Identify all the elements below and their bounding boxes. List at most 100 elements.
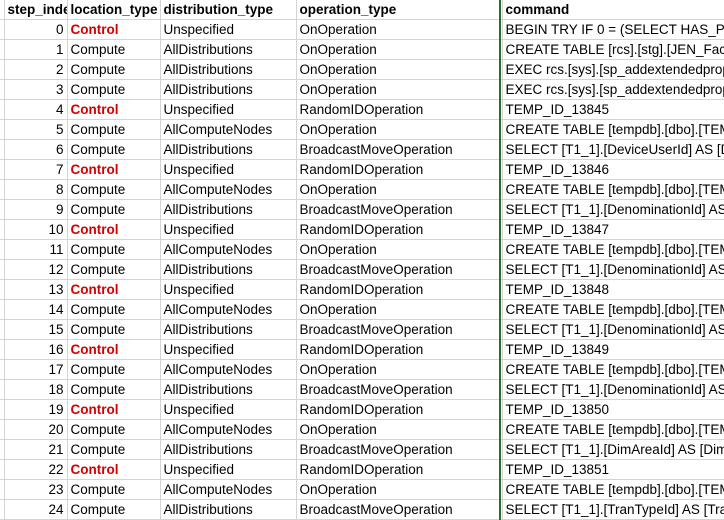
step-index-cell[interactable]: 18 [4, 379, 68, 400]
distribution-type-cell[interactable]: Unspecified [160, 219, 297, 240]
step-index-cell[interactable]: 2 [4, 59, 68, 80]
distribution-type-cell[interactable]: AllDistributions [160, 199, 297, 220]
operation-type-cell[interactable]: RandomIDOperation [296, 219, 501, 240]
location-type-cell[interactable]: Compute [67, 179, 161, 200]
operation-type-cell[interactable]: RandomIDOperation [296, 99, 501, 120]
location-type-cell[interactable]: Compute [67, 239, 161, 260]
step-index-cell[interactable]: 0 [4, 19, 68, 40]
distribution-type-cell[interactable]: AllComputeNodes [160, 119, 297, 140]
operation-type-cell[interactable]: OnOperation [296, 419, 501, 440]
step-index-cell[interactable]: 12 [4, 259, 68, 280]
location-type-cell[interactable]: Compute [67, 479, 161, 500]
distribution-type-cell[interactable]: Unspecified [160, 339, 297, 360]
location-type-cell[interactable]: Compute [67, 319, 161, 340]
distribution-type-cell[interactable]: AllDistributions [160, 259, 297, 280]
command-cell[interactable]: SELECT [T1_1].[DenominationId] AS [Den [502, 379, 724, 400]
command-cell[interactable]: TEMP_ID_13846 [502, 159, 724, 180]
location-type-cell[interactable]: Compute [67, 439, 161, 460]
location-type-cell[interactable]: Compute [67, 379, 161, 400]
step-index-cell[interactable]: 6 [4, 139, 68, 160]
header-step-index[interactable]: step_inde [4, 0, 68, 20]
distribution-type-cell[interactable]: AllDistributions [160, 39, 297, 60]
distribution-type-cell[interactable]: AllDistributions [160, 59, 297, 80]
step-index-cell[interactable]: 23 [4, 479, 68, 500]
command-cell[interactable]: EXEC rcs.[sys].[sp_addextendedproperty [502, 59, 724, 80]
command-cell[interactable]: SELECT [T1_1].[DenominationId] AS [Den [502, 199, 724, 220]
step-index-cell[interactable]: 22 [4, 459, 68, 480]
location-type-cell[interactable]: Compute [67, 59, 161, 80]
command-cell[interactable]: SELECT [T1_1].[DeviceUserId] AS [DeviceU… [502, 139, 724, 160]
command-cell[interactable]: CREATE TABLE [tempdb].[dbo].[TEMP_ID [502, 239, 724, 260]
header-distribution-type[interactable]: distribution_type [160, 0, 297, 20]
header-command[interactable]: command [502, 0, 724, 20]
command-cell[interactable]: TEMP_ID_13851 [502, 459, 724, 480]
command-cell[interactable]: SELECT [T1_1].[TranTypeId] AS [TranTypeI… [502, 499, 724, 520]
distribution-type-cell[interactable]: AllComputeNodes [160, 419, 297, 440]
location-type-cell[interactable]: Control [67, 159, 161, 180]
location-type-cell[interactable]: Compute [67, 299, 161, 320]
location-type-cell[interactable]: Compute [67, 259, 161, 280]
step-index-cell[interactable]: 24 [4, 499, 68, 520]
command-cell[interactable]: TEMP_ID_13850 [502, 399, 724, 420]
operation-type-cell[interactable]: RandomIDOperation [296, 459, 501, 480]
step-index-cell[interactable]: 17 [4, 359, 68, 380]
distribution-type-cell[interactable]: AllComputeNodes [160, 479, 297, 500]
step-index-cell[interactable]: 9 [4, 199, 68, 220]
distribution-type-cell[interactable]: Unspecified [160, 399, 297, 420]
operation-type-cell[interactable]: OnOperation [296, 479, 501, 500]
location-type-cell[interactable]: Compute [67, 359, 161, 380]
location-type-cell[interactable]: Control [67, 19, 161, 40]
operation-type-cell[interactable]: RandomIDOperation [296, 399, 501, 420]
location-type-cell[interactable]: Control [67, 399, 161, 420]
operation-type-cell[interactable]: OnOperation [296, 179, 501, 200]
distribution-type-cell[interactable]: AllDistributions [160, 79, 297, 100]
location-type-cell[interactable]: Control [67, 339, 161, 360]
command-cell[interactable]: TEMP_ID_13847 [502, 219, 724, 240]
command-cell[interactable]: CREATE TABLE [tempdb].[dbo].[TEMP_ID [502, 119, 724, 140]
command-cell[interactable]: CREATE TABLE [rcs].[stg].[JEN_FactAndDim [502, 39, 724, 60]
command-cell[interactable]: SELECT [T1_1].[DenominationId] AS [Den [502, 259, 724, 280]
operation-type-cell[interactable]: OnOperation [296, 299, 501, 320]
distribution-type-cell[interactable]: AllDistributions [160, 439, 297, 460]
operation-type-cell[interactable]: BroadcastMoveOperation [296, 199, 501, 220]
command-cell[interactable]: SELECT [T1_1].[DimAreaId] AS [DimAreaId] [502, 439, 724, 460]
operation-type-cell[interactable]: RandomIDOperation [296, 339, 501, 360]
command-cell[interactable]: TEMP_ID_13848 [502, 279, 724, 300]
command-cell[interactable]: CREATE TABLE [tempdb].[dbo].[TEMP_ID [502, 479, 724, 500]
location-type-cell[interactable]: Control [67, 219, 161, 240]
step-index-cell[interactable]: 3 [4, 79, 68, 100]
operation-type-cell[interactable]: BroadcastMoveOperation [296, 439, 501, 460]
step-index-cell[interactable]: 8 [4, 179, 68, 200]
location-type-cell[interactable]: Compute [67, 39, 161, 60]
distribution-type-cell[interactable]: AllComputeNodes [160, 359, 297, 380]
distribution-type-cell[interactable]: AllDistributions [160, 139, 297, 160]
operation-type-cell[interactable]: OnOperation [296, 119, 501, 140]
location-type-cell[interactable]: Control [67, 279, 161, 300]
command-cell[interactable]: BEGIN TRY IF 0 = (SELECT HAS_PERMS_BY_NA… [502, 19, 724, 40]
command-cell[interactable]: CREATE TABLE [tempdb].[dbo].[TEMP_ID [502, 299, 724, 320]
location-type-cell[interactable]: Control [67, 99, 161, 120]
command-cell[interactable]: TEMP_ID_13849 [502, 339, 724, 360]
distribution-type-cell[interactable]: Unspecified [160, 99, 297, 120]
location-type-cell[interactable]: Compute [67, 419, 161, 440]
location-type-cell[interactable]: Control [67, 459, 161, 480]
distribution-type-cell[interactable]: AllDistributions [160, 319, 297, 340]
location-type-cell[interactable]: Compute [67, 499, 161, 520]
command-cell[interactable]: TEMP_ID_13845 [502, 99, 724, 120]
step-index-cell[interactable]: 10 [4, 219, 68, 240]
distribution-type-cell[interactable]: Unspecified [160, 279, 297, 300]
step-index-cell[interactable]: 20 [4, 419, 68, 440]
header-location-type[interactable]: location_type [67, 0, 161, 20]
distribution-type-cell[interactable]: AllComputeNodes [160, 239, 297, 260]
location-type-cell[interactable]: Compute [67, 119, 161, 140]
operation-type-cell[interactable]: RandomIDOperation [296, 159, 501, 180]
operation-type-cell[interactable]: OnOperation [296, 239, 501, 260]
command-cell[interactable]: CREATE TABLE [tempdb].[dbo].[TEMP_ID [502, 419, 724, 440]
distribution-type-cell[interactable]: AllDistributions [160, 499, 297, 520]
command-cell[interactable]: EXEC rcs.[sys].[sp_addextendedproperty [502, 79, 724, 100]
location-type-cell[interactable]: Compute [67, 79, 161, 100]
command-cell[interactable]: CREATE TABLE [tempdb].[dbo].[TEMP_ID [502, 359, 724, 380]
step-index-cell[interactable]: 16 [4, 339, 68, 360]
operation-type-cell[interactable]: BroadcastMoveOperation [296, 379, 501, 400]
distribution-type-cell[interactable]: AllComputeNodes [160, 179, 297, 200]
